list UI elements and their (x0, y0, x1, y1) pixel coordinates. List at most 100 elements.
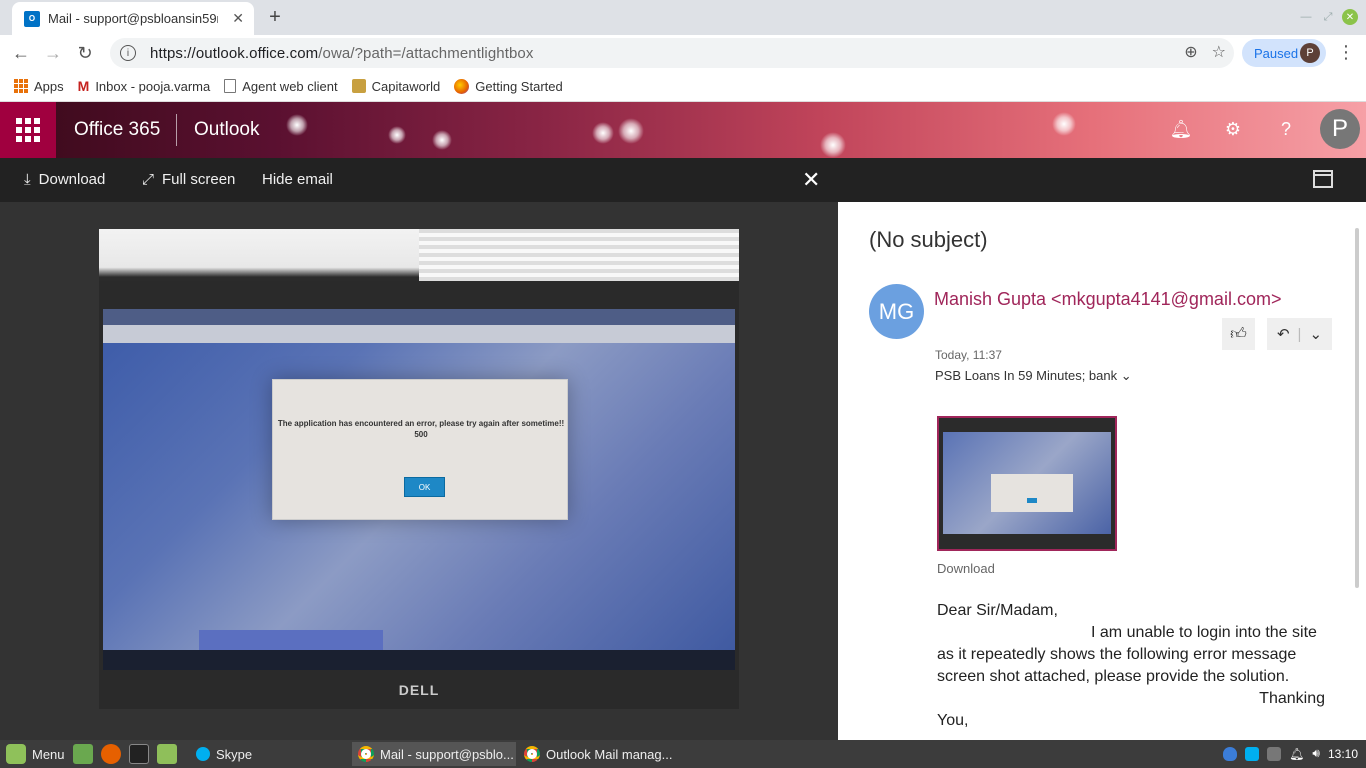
app-launcher-waffle-icon[interactable] (0, 102, 56, 158)
terminal-launcher-icon[interactable] (128, 744, 149, 764)
header-decoration (432, 130, 452, 150)
header-decoration (388, 126, 406, 144)
taskbar-window-mail[interactable]: Mail - support@psblo... (352, 742, 516, 766)
reload-icon[interactable]: ↻ (74, 42, 96, 64)
like-button[interactable]: 👍︎ (1222, 318, 1255, 350)
email-categories[interactable]: PSB Loans In 59 Minutes; bank ⌄ (935, 368, 1132, 384)
clock[interactable]: 13:10 (1328, 747, 1358, 761)
network-icon[interactable] (1267, 746, 1282, 761)
header-decoration (820, 132, 846, 158)
header-decoration (618, 118, 644, 144)
download-label: Download (38, 171, 106, 188)
taskbar-window-outlook-manager[interactable]: Outlook Mail manag... (518, 742, 682, 766)
suite-title[interactable]: Office 365 (74, 119, 160, 141)
bookmark-capitaworld[interactable]: Capitaworld (351, 79, 440, 94)
paused-label: Paused (1254, 45, 1299, 61)
capitaworld-icon (351, 79, 366, 93)
body-signoff: You, (937, 712, 969, 729)
skype-tray-icon[interactable] (1245, 746, 1260, 761)
browser-menu-icon[interactable]: ⋮ (1337, 42, 1355, 63)
maximize-window-icon[interactable]: ⤢ (1320, 9, 1336, 25)
start-menu-button[interactable]: Menu (6, 744, 65, 764)
bookmark-label: Inbox - pooja.varma (95, 78, 211, 94)
app-name[interactable]: Outlook (194, 119, 259, 141)
apps-grid-icon (14, 79, 28, 93)
reply-all-button[interactable]: ↶ | ⌄ (1267, 318, 1332, 350)
close-viewer-icon[interactable]: ✕ (802, 167, 820, 193)
browser-tabstrip: O Mail - support@psbloansin59m ✕ + — ⤢ ✕ (0, 0, 1366, 35)
dialog-ok-button: OK (404, 477, 445, 497)
email-subject: (No subject) (869, 227, 988, 252)
hide-email-label: Hide email (262, 171, 333, 188)
zoom-icon[interactable]: ⊕ (1184, 42, 1197, 62)
attachment-thumbnail[interactable] (937, 416, 1117, 551)
show-desktop-icon[interactable] (72, 744, 93, 764)
header-divider (176, 114, 177, 146)
skype-icon (196, 747, 210, 761)
bookmark-getting-started[interactable]: Getting Started (454, 78, 563, 94)
bookmark-apps[interactable]: Apps (14, 79, 64, 94)
close-tab-icon[interactable]: ✕ (232, 10, 244, 27)
download-button[interactable]: ⤓ Download (24, 171, 105, 188)
sender-avatar[interactable]: MG (869, 284, 924, 339)
sender-name[interactable]: Manish Gupta <mkgupta4141@gmail.com> (934, 289, 1281, 310)
browser-tab-mail[interactable]: O Mail - support@psbloansin59m ✕ (12, 2, 254, 35)
firefox-launcher-icon[interactable] (100, 744, 121, 764)
firefox-icon (454, 78, 470, 94)
reply-all-icon: ↶ (1276, 326, 1290, 343)
site-info-icon[interactable]: i (120, 45, 136, 61)
email-scrollbar[interactable] (1355, 228, 1359, 588)
minimize-window-icon[interactable]: — (1298, 9, 1314, 25)
address-bar[interactable]: i https://outlook.office.com/owa/?path=/… (110, 38, 1234, 68)
bookmark-gmail-inbox[interactable]: M Inbox - pooja.varma (78, 78, 211, 94)
url-text: https://outlook.office.com/owa/?path=/at… (150, 45, 533, 62)
back-arrow-icon[interactable]: ← (10, 42, 32, 64)
shield-icon[interactable] (1223, 746, 1238, 761)
download-icon: ⤓ (24, 171, 31, 188)
new-tab-icon[interactable]: + (264, 6, 286, 28)
os-taskbar: Menu Skype Mail - support@psblo... Outlo… (0, 740, 1366, 768)
window-label: Mail - support@psblo... (380, 746, 514, 762)
o365-header: Office 365 Outlook 🔔︎ ⚙ ? (0, 102, 1366, 158)
thumbnail-screen (943, 432, 1111, 534)
header-decoration (286, 114, 308, 136)
user-avatar[interactable]: P (1320, 109, 1360, 149)
photo-windows-taskbar (103, 650, 735, 670)
hide-email-button[interactable]: Hide email (262, 171, 333, 188)
bookmark-label: Getting Started (475, 78, 563, 94)
full-screen-label: Full screen (162, 171, 236, 188)
tab-title: Mail - support@psbloansin59m (48, 11, 218, 26)
taskbar-window-skype[interactable]: Skype (190, 742, 348, 766)
dell-logo: DELL (398, 682, 440, 698)
attachment-download-link[interactable]: Download (937, 561, 995, 576)
chrome-icon (358, 746, 374, 762)
bookmark-label: Agent web client (242, 78, 338, 94)
mint-menu-icon (6, 744, 26, 764)
thumbnail-ok (1027, 498, 1037, 503)
photo-send-button (199, 630, 383, 652)
email-reading-pane: (No subject) MG Manish Gupta <mkgupta414… (838, 202, 1366, 740)
full-screen-button[interactable]: ⤢ Full screen (142, 171, 235, 188)
window-label: Skype (216, 746, 253, 762)
popout-window-icon[interactable] (1313, 170, 1333, 188)
notification-icon[interactable]: 🔔︎ (1289, 747, 1304, 761)
bookmark-star-icon[interactable]: ☆ (1212, 42, 1226, 62)
thumbnail-dialog (991, 474, 1073, 512)
close-window-icon[interactable]: ✕ (1342, 9, 1358, 25)
bookmark-agent-web-client[interactable]: Agent web client (224, 78, 338, 94)
profile-paused-button[interactable]: Paused P (1242, 39, 1326, 67)
screen-url-bar (103, 325, 735, 343)
forward-arrow-icon[interactable]: → (42, 42, 64, 64)
files-launcher-icon[interactable] (156, 744, 177, 764)
notifications-bell-icon[interactable]: 🔔︎ (1170, 118, 1193, 140)
email-body: Dear Sir/Madam, I am unable to login int… (937, 600, 1337, 732)
chevron-down-icon[interactable]: ⌄ (1121, 368, 1132, 383)
help-icon[interactable]: ? (1275, 118, 1297, 140)
volume-icon[interactable]: 🔊︎ (1312, 746, 1320, 761)
chevron-down-icon[interactable]: ⌄ (1309, 325, 1322, 343)
screen-browser-tabs (103, 309, 735, 325)
body-paragraph: I am unable to login into the site as it… (937, 624, 1317, 685)
attachment-viewer-toolbar: ⤓ Download ⤢ Full screen Hide email ✕ (0, 158, 1366, 202)
email-date: Today, 11:37 (935, 348, 1002, 362)
settings-gear-icon[interactable]: ⚙ (1222, 118, 1244, 140)
